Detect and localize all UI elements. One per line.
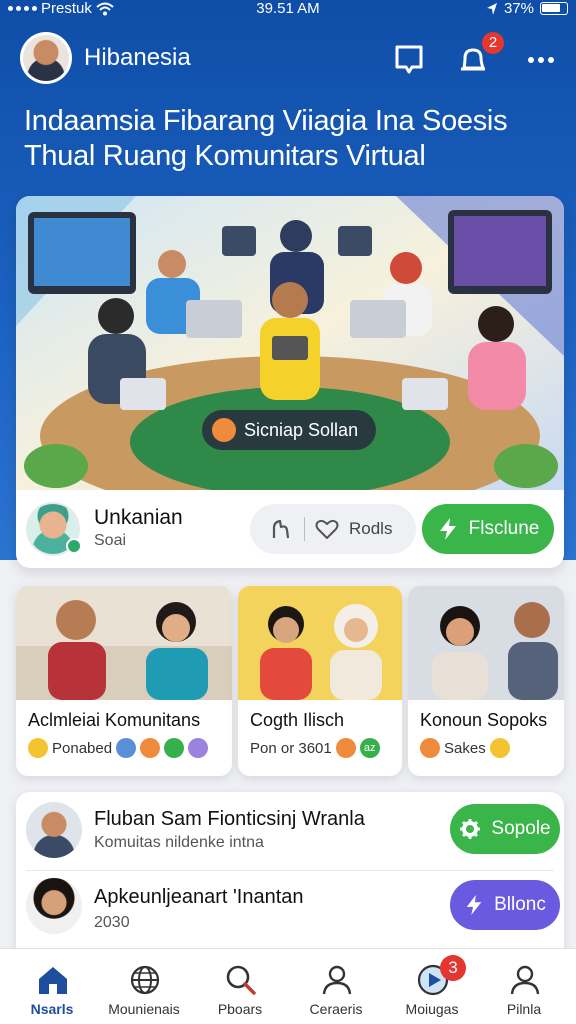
status-bar: Prestuk 39.51 AM 37% — [0, 0, 576, 20]
nav-media[interactable]: 3 Moiugas — [384, 949, 480, 1024]
more-icon[interactable] — [524, 42, 558, 76]
profile-icon — [510, 965, 540, 995]
community-title-2: Cogth Ilisch — [250, 710, 345, 730]
nav-label-communities: Mounienais — [108, 1001, 180, 1017]
react-label[interactable]: Rodls — [349, 519, 392, 539]
community-title-3: Konoun Sopoks — [420, 710, 548, 730]
community-meta-3: Sakes — [420, 738, 510, 758]
hero-card[interactable]: Sicniap Sollan Unkanian Soai Rodls Flscl… — [16, 196, 564, 568]
list-subtitle-2: 2030 — [94, 914, 130, 931]
play-emoji-icon — [164, 738, 185, 758]
app-header: Hibanesia 2 — [20, 32, 560, 84]
nav-label-profile: Pilnla — [506, 1001, 542, 1017]
nav-label-media: Moiugas — [405, 1001, 459, 1017]
community-title-1: Aclmleiai Komunitans — [28, 710, 201, 730]
list-avatar-1[interactable] — [26, 802, 82, 858]
community-image-2 — [238, 586, 402, 700]
grin-emoji-icon — [489, 738, 510, 758]
nav-communities[interactable]: Mounienais — [96, 949, 192, 1024]
nav-label-search: Pboars — [217, 1001, 263, 1017]
fox-emoji-icon — [140, 738, 161, 758]
person-icon — [322, 965, 352, 995]
bolt-icon — [439, 518, 456, 540]
globe-icon — [130, 965, 160, 995]
community-meta-text-2: Pon or 3601 — [250, 739, 332, 757]
app-title: Hibanesia — [84, 44, 191, 71]
face-emoji-icon — [335, 738, 356, 758]
hero-footer: Unkanian Soai Rodls Flsclune — [16, 490, 564, 568]
battery-icon — [540, 2, 568, 15]
community-meta-text-3: Sakes — [444, 739, 486, 757]
headline-line-2: Thual Ruang Komunitars Virtual — [24, 140, 426, 172]
list-title-2: Apkeunljeanart 'Inantan — [94, 886, 304, 908]
hero-action-button[interactable]: Flsclune — [422, 504, 554, 554]
nav-home[interactable]: Nsarls — [4, 949, 100, 1024]
hero-chip[interactable]: Sicniap Sollan — [202, 410, 376, 450]
nav-media-badge: 3 — [440, 955, 466, 981]
battery-percent: 37% — [503, 0, 534, 17]
send-emoji-icon — [188, 738, 209, 758]
community-list: Fluban Sam Fionticsinj Wranla Komuitas n… — [16, 792, 564, 962]
notification-badge: 2 — [482, 32, 504, 54]
home-icon — [39, 967, 67, 994]
nav-profile[interactable]: Pilnla — [476, 949, 572, 1024]
heart-icon[interactable] — [315, 518, 339, 540]
community-card-2[interactable]: Cogth Ilisch Pon or 3601 az — [238, 586, 402, 776]
gear-icon — [460, 819, 481, 839]
nav-label-people: Ceraeris — [309, 1001, 363, 1017]
user-subtitle: Soai — [94, 532, 127, 549]
bolt-icon — [466, 895, 482, 915]
list-button-label-1: Sopole — [491, 818, 551, 839]
community-tag-2: az — [359, 738, 380, 758]
nav-people[interactable]: Ceraeris — [288, 949, 384, 1024]
paw-icon — [212, 418, 236, 442]
community-meta-2: Pon or 3601 az — [250, 738, 380, 758]
list-divider — [26, 870, 554, 871]
list-button-label-2: Bllonc — [494, 894, 546, 915]
user-name: Unkanian — [94, 506, 183, 529]
nav-label-home: Nsarls — [30, 1001, 74, 1017]
community-image-3 — [408, 586, 564, 700]
community-meta-text-1: Ponabed — [52, 739, 113, 757]
verified-icon — [66, 538, 82, 554]
search-icon — [226, 965, 256, 995]
community-meta-1: Ponabed — [28, 738, 209, 758]
hero-action-label: Flsclune — [468, 518, 540, 539]
hero-chip-label: Sicniap Sollan — [244, 419, 359, 440]
location-icon — [486, 2, 497, 15]
list-avatar-2[interactable] — [26, 878, 82, 934]
community-card-3[interactable]: Konoun Sopoks Sakes — [408, 586, 564, 776]
page-headline: Indaamsia Fibarang Viiagia Ina Soesis Th… — [24, 104, 564, 174]
hand-emoji-icon — [420, 738, 440, 758]
list-subtitle-1: Komuitas nildenke intna — [94, 834, 264, 851]
bottom-nav: Nsarls Mounienais Pboars Ceraeris 3 Moiu… — [0, 948, 576, 1024]
profile-avatar[interactable] — [20, 32, 72, 84]
clap-icon[interactable] — [268, 516, 294, 542]
list-title-1: Fluban Sam Fionticsinj Wranla — [94, 808, 365, 830]
headline-line-1: Indaamsia Fibarang Viiagia Ina Soesis — [24, 105, 508, 137]
nav-search[interactable]: Pboars — [192, 949, 288, 1024]
smile-emoji-icon — [28, 738, 48, 758]
list-button-2[interactable]: Bllonc — [450, 880, 560, 930]
list-button-1[interactable]: Sopole — [450, 804, 560, 854]
person-emoji-icon — [116, 738, 137, 758]
bookmark-icon[interactable] — [392, 42, 426, 76]
community-card-1[interactable]: Aclmleiai Komunitans Ponabed — [16, 586, 232, 776]
community-image-1 — [16, 586, 232, 700]
reaction-pill: Rodls — [250, 504, 416, 554]
